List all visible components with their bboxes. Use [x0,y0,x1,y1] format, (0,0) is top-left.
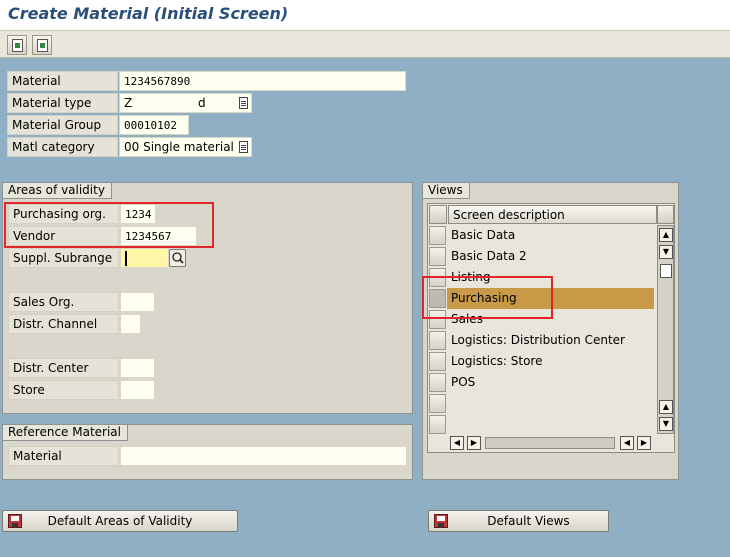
save-icon [434,514,448,528]
matl-category-field[interactable]: 00 Single material [119,137,252,157]
row-selector[interactable] [429,415,446,434]
reference-material-title: Reference Material [3,425,128,441]
row-selector[interactable] [429,373,446,392]
application-toolbar [0,30,730,58]
default-views-label: Default Views [487,514,570,528]
scroll-page-down-button[interactable]: ▼ [659,245,673,259]
search-button[interactable] [169,249,186,267]
views-table: Screen description Basic Data Basic Data… [427,203,675,453]
row-selector[interactable] [429,331,446,350]
vertical-scrollbar[interactable]: ▲ ▼ ▲ ▼ [657,225,674,434]
scroll-track[interactable] [485,437,615,449]
scroll-down-button[interactable]: ▼ [659,417,673,431]
org-levels-button[interactable] [32,35,52,55]
store-label: Store [8,380,119,400]
arrow-up-icon: ▲ [662,230,670,239]
suppl-subrange-label: Suppl. Subrange [8,248,119,268]
value-help-icon[interactable] [239,97,248,109]
highlight-box [4,202,214,248]
sales-org-label: Sales Org. [8,292,119,312]
arrow-down-icon: ▼ [662,419,670,428]
arrow-right-icon: ▶ [640,438,648,447]
scrollbar-thumb[interactable] [660,264,672,278]
matl-category-label: Matl category [7,137,118,157]
material-label: Material [7,71,118,91]
row-selector[interactable] [429,226,446,245]
material-type-field[interactable]: Z d [119,93,252,113]
reference-material-field[interactable] [120,446,407,466]
material-type-value: Z [124,96,133,110]
arrow-left-icon: ◀ [623,438,631,447]
material-type-value-tail: d [198,96,206,110]
column-header-screen-description[interactable]: Screen description [448,205,657,224]
views-group: Views Screen description Basic Data Basi… [422,182,679,480]
material-group-field[interactable]: 00010102 [119,115,189,135]
reference-material-group: Reference Material Material [2,424,413,480]
row-selector[interactable] [429,247,446,266]
arrow-down-icon: ▼ [662,247,670,256]
distr-channel-field[interactable] [120,314,141,334]
view-row[interactable]: Logistics: Distribution Center [447,330,654,351]
material-type-label: Material type [7,93,118,113]
arrow-left-icon: ◀ [453,438,461,447]
org-levels-icon [37,39,48,52]
search-icon [172,252,184,264]
distr-center-field[interactable] [120,358,155,378]
scroll-right-button[interactable]: ▶ [467,436,481,450]
row-selector[interactable] [429,394,446,413]
horizontal-scrollbar[interactable]: ◀ ▶ ◀ ▶ [448,435,657,452]
text-cursor [125,251,127,266]
default-views-button[interactable]: Default Views [428,510,609,532]
view-row[interactable]: Basic Data 2 [447,246,654,267]
scroll-left-button[interactable]: ◀ [450,436,464,450]
material-group-label: Material Group [7,115,118,135]
material-field[interactable]: 1234567890 [119,71,406,91]
arrow-up-icon: ▲ [662,402,670,411]
view-row[interactable]: Logistics: Store [447,351,654,372]
page-title: Create Material (Initial Screen) [8,4,289,23]
scroll-left-end-button[interactable]: ◀ [620,436,634,450]
reference-material-label: Material [8,446,119,466]
default-areas-label: Default Areas of Validity [47,514,193,528]
table-settings-button[interactable] [657,205,674,224]
scroll-up-button[interactable]: ▲ [659,228,673,242]
view-row[interactable]: Basic Data [447,225,654,246]
select-all-button[interactable] [429,205,447,224]
scroll-page-up-button[interactable]: ▲ [659,400,673,414]
arrow-right-icon: ▶ [470,438,478,447]
row-selector[interactable] [429,352,446,371]
highlight-box [422,276,553,319]
matl-category-value: 00 Single material [124,140,234,154]
value-help-icon[interactable] [239,141,248,153]
views-title: Views [423,183,470,199]
default-areas-of-validity-button[interactable]: Default Areas of Validity [2,510,238,532]
store-field[interactable] [120,380,155,400]
view-row[interactable] [447,393,654,414]
select-views-button[interactable] [7,35,27,55]
scroll-right-end-button[interactable]: ▶ [637,436,651,450]
title-bar: Create Material (Initial Screen) [0,0,730,30]
sales-org-field[interactable] [120,292,155,312]
distr-channel-label: Distr. Channel [8,314,119,334]
select-views-icon [12,39,23,52]
distr-center-label: Distr. Center [8,358,119,378]
view-row[interactable]: POS [447,372,654,393]
areas-of-validity-title: Areas of validity [3,183,112,199]
suppl-subrange-field[interactable] [120,248,169,268]
